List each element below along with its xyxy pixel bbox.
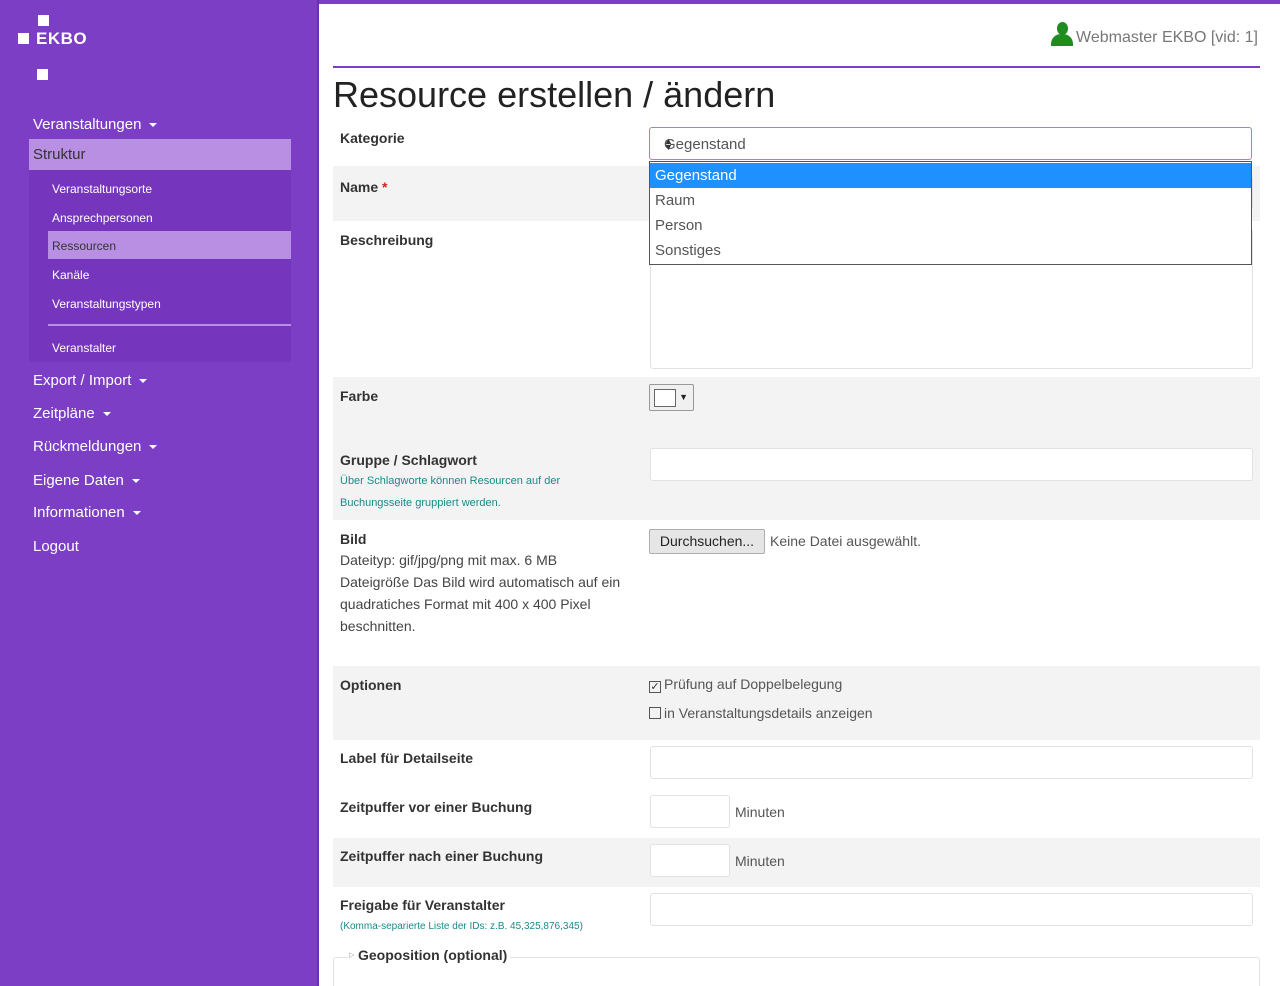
- name-label: Name *: [340, 179, 388, 195]
- caret-down-icon: [149, 123, 158, 128]
- sidebar-subitem-veranstaltungsorte[interactable]: Veranstaltungsorte: [52, 182, 152, 196]
- no-file-text: Keine Datei ausgewählt.: [770, 533, 921, 549]
- caret-down-icon: [131, 479, 140, 484]
- checkbox-checked-icon: ✓: [649, 681, 661, 693]
- veranstaltungsdetails-checkbox[interactable]: in Veranstaltungsdetails anzeigen: [649, 705, 873, 721]
- sidebar-subitem-veranstalter[interactable]: Veranstalter: [52, 341, 116, 355]
- checkbox-label: in Veranstaltungsdetails anzeigen: [664, 705, 873, 721]
- divider: [48, 324, 291, 326]
- sidebar-subitem-ressourcen[interactable]: Ressourcen: [48, 231, 291, 259]
- sidebar-item-label: Eigene Daten: [33, 472, 124, 489]
- puffer-nach-label: Zeitpuffer nach einer Buchung: [340, 848, 544, 864]
- checkbox-unchecked-icon: [649, 707, 661, 719]
- sidebar-item-label: Veranstaltungen: [33, 116, 142, 133]
- user-icon: [1050, 21, 1074, 47]
- caret-down-icon: [102, 412, 111, 417]
- bild-label: Bild: [340, 531, 367, 547]
- sidebar-item-struktur[interactable]: Struktur: [29, 139, 291, 170]
- sidebar-item-zeitplaene[interactable]: Zeitpläne: [33, 405, 111, 422]
- puffer-vor-label: Zeitpuffer vor einer Buchung: [340, 799, 533, 815]
- color-picker-button[interactable]: ▼: [649, 384, 694, 411]
- checkbox-label: Prüfung auf Doppelbelegung: [664, 676, 843, 692]
- color-swatch: [654, 389, 676, 407]
- caret-down-icon: ▼: [679, 392, 688, 402]
- page-title: Resource erstellen / ändern: [333, 74, 776, 115]
- form-row-puffer-nach: Zeitpuffer nach einer Buchung Minuten: [333, 838, 1260, 887]
- label-detail-input[interactable]: [650, 746, 1253, 779]
- sidebar-item-veranstaltungen[interactable]: Veranstaltungen: [33, 116, 158, 133]
- sidebar-item-label: Export / Import: [33, 372, 132, 389]
- puffer-vor-input[interactable]: [650, 795, 730, 828]
- form-row-gruppe: Gruppe / Schlagwort Über Schlagworte kön…: [333, 438, 1260, 520]
- kategorie-option-person[interactable]: Person: [650, 213, 1251, 238]
- divider: [333, 66, 1260, 68]
- farbe-label: Farbe: [340, 388, 379, 404]
- freigabe-hint: (Komma-separierte Liste der IDs: z.B. 45…: [340, 921, 583, 932]
- form-row-freigabe: Freigabe für Veranstalter (Komma-separie…: [333, 887, 1260, 943]
- sidebar: EKBO Veranstaltungen Struktur Veranstalt…: [0, 0, 319, 986]
- logo-square-icon: [18, 33, 29, 44]
- sidebar-item-export-import[interactable]: Export / Import: [33, 372, 148, 389]
- form-row-farbe: Farbe: [333, 377, 1260, 438]
- kategorie-dropdown: Gegenstand Raum Person Sonstiges: [649, 161, 1252, 265]
- caret-down-icon: [132, 511, 141, 516]
- gruppe-input[interactable]: [650, 448, 1253, 481]
- caret-down-icon: [149, 445, 158, 450]
- doppelbelegung-checkbox[interactable]: ✓ Prüfung auf Doppelbelegung: [649, 676, 842, 693]
- sidebar-item-logout[interactable]: Logout: [33, 538, 79, 555]
- kategorie-option-raum[interactable]: Raum: [650, 188, 1251, 213]
- gruppe-hint: Über Schlagworte können Resourcen auf de…: [340, 475, 561, 509]
- select-arrows-icon: ▲ ▼: [664, 136, 673, 152]
- gruppe-label: Gruppe / Schlagwort: [340, 452, 477, 468]
- geoposition-toggle[interactable]: ▷ Geoposition (optional): [348, 947, 511, 963]
- logo-square-icon: [37, 69, 48, 80]
- label-detail-label: Label für Detailseite: [340, 750, 474, 766]
- sidebar-submenu: Veranstaltungsorte Ansprechpersonen Ress…: [29, 170, 291, 362]
- freigabe-label: Freigabe für Veranstalter: [340, 897, 505, 913]
- optionen-label: Optionen: [340, 677, 402, 693]
- top-bar: [319, 0, 1280, 4]
- sidebar-item-informationen[interactable]: Informationen: [33, 504, 141, 521]
- sidebar-item-eigene-daten[interactable]: Eigene Daten: [33, 472, 140, 489]
- sidebar-subitem-veranstaltungstypen[interactable]: Veranstaltungstypen: [52, 297, 161, 311]
- form-row-label-detail: Label für Detailseite: [333, 740, 1260, 789]
- sidebar-item-label: Rückmeldungen: [33, 438, 142, 455]
- puffer-nach-input[interactable]: [650, 844, 730, 877]
- sidebar-subitem-label: Ressourcen: [52, 239, 117, 253]
- bild-description: Dateityp: gif/jpg/png mit max. 6 MB Date…: [340, 552, 621, 634]
- kategorie-label: Kategorie: [340, 130, 405, 146]
- puffer-vor-unit: Minuten: [735, 804, 785, 820]
- sidebar-subitem-ansprechpersonen[interactable]: Ansprechpersonen: [52, 211, 153, 225]
- brand-name: EKBO: [36, 29, 88, 48]
- caret-down-icon: [139, 379, 148, 384]
- user-menu[interactable]: Webmaster EKBO [vid: 1]: [1050, 21, 1258, 47]
- kategorie-option-gegenstand[interactable]: Gegenstand: [650, 163, 1251, 188]
- sidebar-subitem-kanaele[interactable]: Kanäle: [52, 268, 89, 282]
- user-label: Webmaster EKBO [vid: 1]: [1076, 29, 1258, 46]
- freigabe-input[interactable]: [650, 893, 1253, 926]
- form-row-puffer-vor: Zeitpuffer vor einer Buchung Minuten: [333, 789, 1260, 838]
- sidebar-item-label: Struktur: [33, 146, 86, 163]
- kategorie-option-sonstiges[interactable]: Sonstiges: [650, 238, 1251, 263]
- sidebar-item-label: Zeitpläne: [33, 405, 95, 422]
- geoposition-label: Geoposition (optional): [358, 947, 508, 963]
- sidebar-item-label: Logout: [33, 538, 79, 555]
- sidebar-item-rueckmeldungen[interactable]: Rückmeldungen: [33, 438, 158, 455]
- required-mark: *: [382, 179, 388, 195]
- browse-file-button[interactable]: Durchsuchen...: [649, 529, 765, 554]
- expand-triangle-icon: ▷: [349, 952, 355, 959]
- sidebar-item-label: Informationen: [33, 504, 125, 521]
- logo-square-icon: [38, 15, 49, 26]
- beschreibung-label: Beschreibung: [340, 232, 434, 248]
- kategorie-select[interactable]: Gegenstand ▲ ▼: [649, 127, 1252, 160]
- puffer-nach-unit: Minuten: [735, 853, 785, 869]
